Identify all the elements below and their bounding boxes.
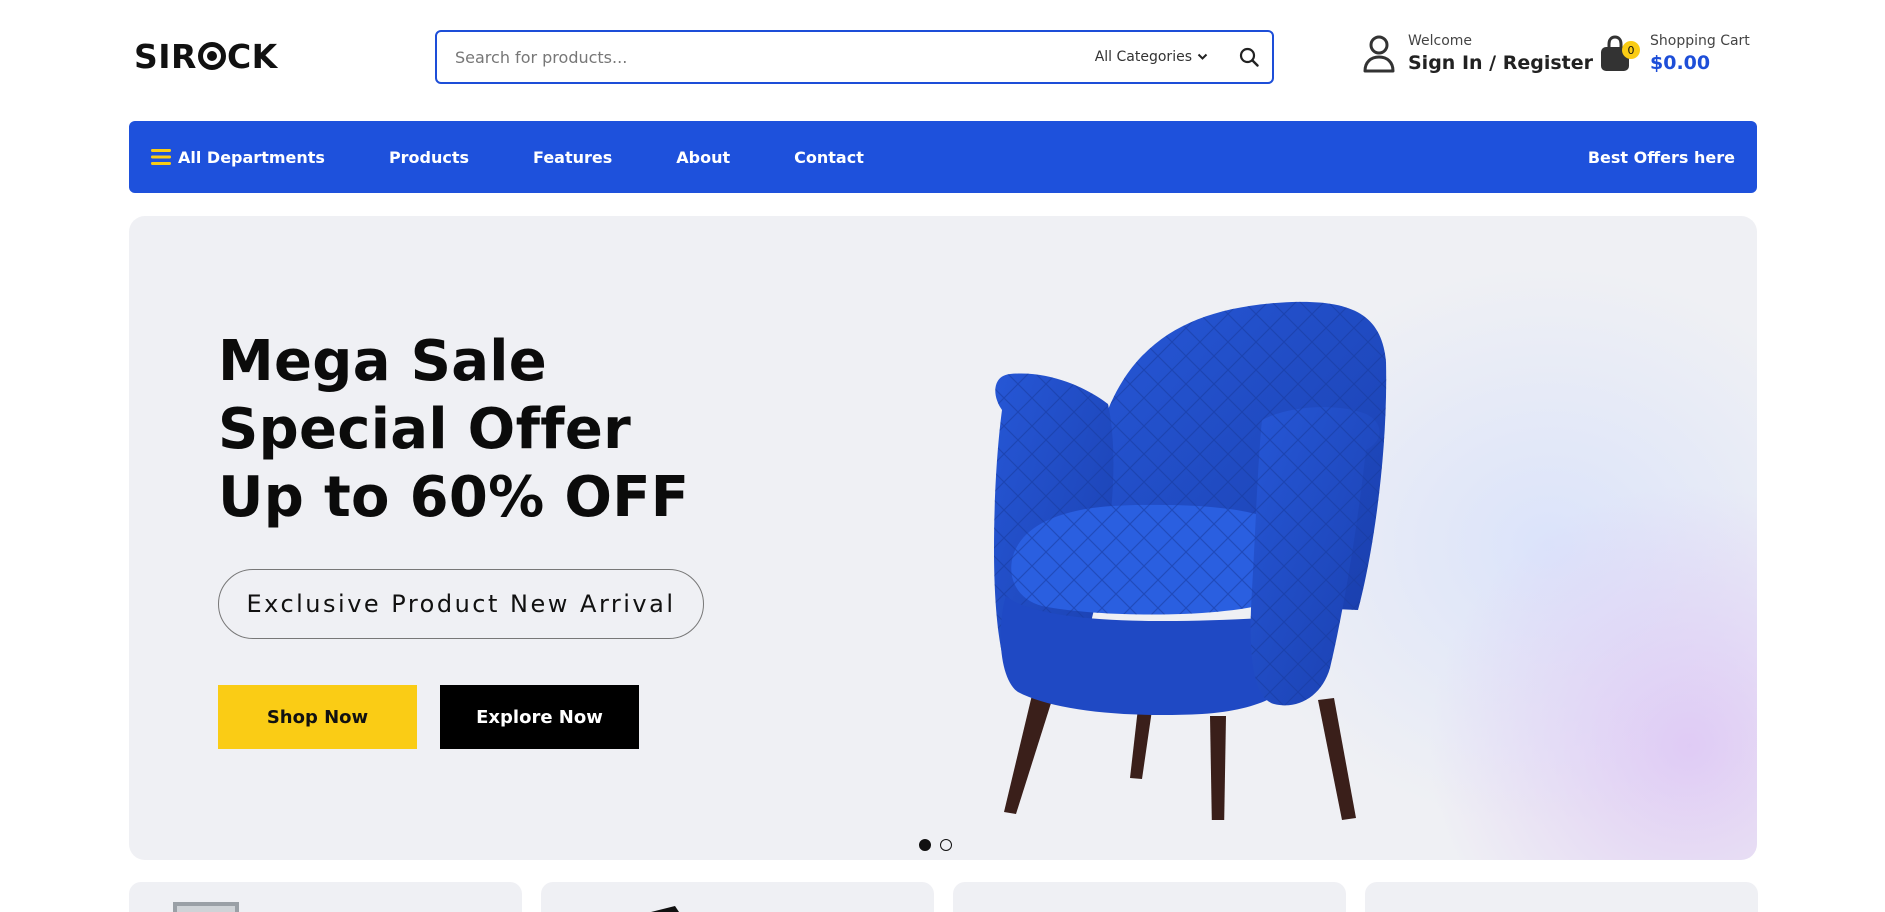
all-departments-label: All Departments: [178, 147, 325, 167]
cart-label: Shopping Cart: [1650, 33, 1750, 49]
best-offers-link[interactable]: Best Offers here: [1588, 148, 1735, 167]
logo-o-mark: [197, 42, 226, 70]
nav-link-about[interactable]: About: [676, 148, 730, 167]
category-card-4[interactable]: [1365, 882, 1758, 912]
user-icon: [1363, 35, 1395, 73]
nav-link-products[interactable]: Products: [389, 148, 469, 167]
category-card-2[interactable]: [541, 882, 934, 912]
nav-link-contact[interactable]: Contact: [794, 148, 864, 167]
cart-count-badge: 0: [1622, 41, 1640, 59]
logo-text-si: SIR: [134, 36, 197, 76]
search-button[interactable]: [1226, 32, 1272, 82]
hero-slider: Mega Sale Special Offer Up to 60% OFF Ex…: [129, 216, 1757, 860]
explore-now-button[interactable]: Explore Now: [440, 685, 639, 749]
hero-tagline: Exclusive Product New Arrival: [218, 569, 704, 639]
hamburger-menu-icon: [151, 149, 171, 165]
sign-in-register-link[interactable]: Sign In / Register: [1408, 50, 1593, 76]
slider-pagination: [919, 839, 952, 851]
device-thumbnail: [651, 906, 679, 912]
hero-headline: Mega Sale Special Offer Up to 60% OFF: [218, 329, 690, 530]
armchair-image: [994, 301, 1387, 820]
cart-total: $0.00: [1650, 52, 1711, 74]
cart-bag: 0: [1598, 34, 1640, 74]
main-navigation: All Departments Products Features About …: [129, 121, 1757, 193]
search-icon: [1239, 47, 1259, 67]
search-input[interactable]: [437, 32, 1095, 82]
nav-link-features[interactable]: Features: [533, 148, 612, 167]
site-logo[interactable]: SIR CK: [134, 36, 278, 76]
category-card-1[interactable]: [129, 882, 522, 912]
appliance-thumbnail: [173, 902, 239, 912]
all-departments-menu[interactable]: All Departments: [151, 148, 325, 167]
slide-dot-2[interactable]: [940, 839, 952, 851]
category-card-3[interactable]: [953, 882, 1346, 912]
search-bar: All Categories: [435, 30, 1274, 84]
logo-text-ck: CK: [226, 36, 278, 76]
category-dropdown[interactable]: All Categories: [1095, 49, 1208, 65]
category-label: All Categories: [1094, 49, 1192, 65]
account-link[interactable]: Welcome Sign In / Register: [1362, 32, 1593, 76]
chevron-down-icon: [1197, 53, 1208, 60]
shopping-cart[interactable]: 0 Shopping Cart $0.00: [1598, 32, 1750, 76]
slide-dot-1[interactable]: [919, 839, 931, 851]
shop-now-button[interactable]: Shop Now: [218, 685, 417, 749]
welcome-label: Welcome: [1408, 33, 1473, 49]
